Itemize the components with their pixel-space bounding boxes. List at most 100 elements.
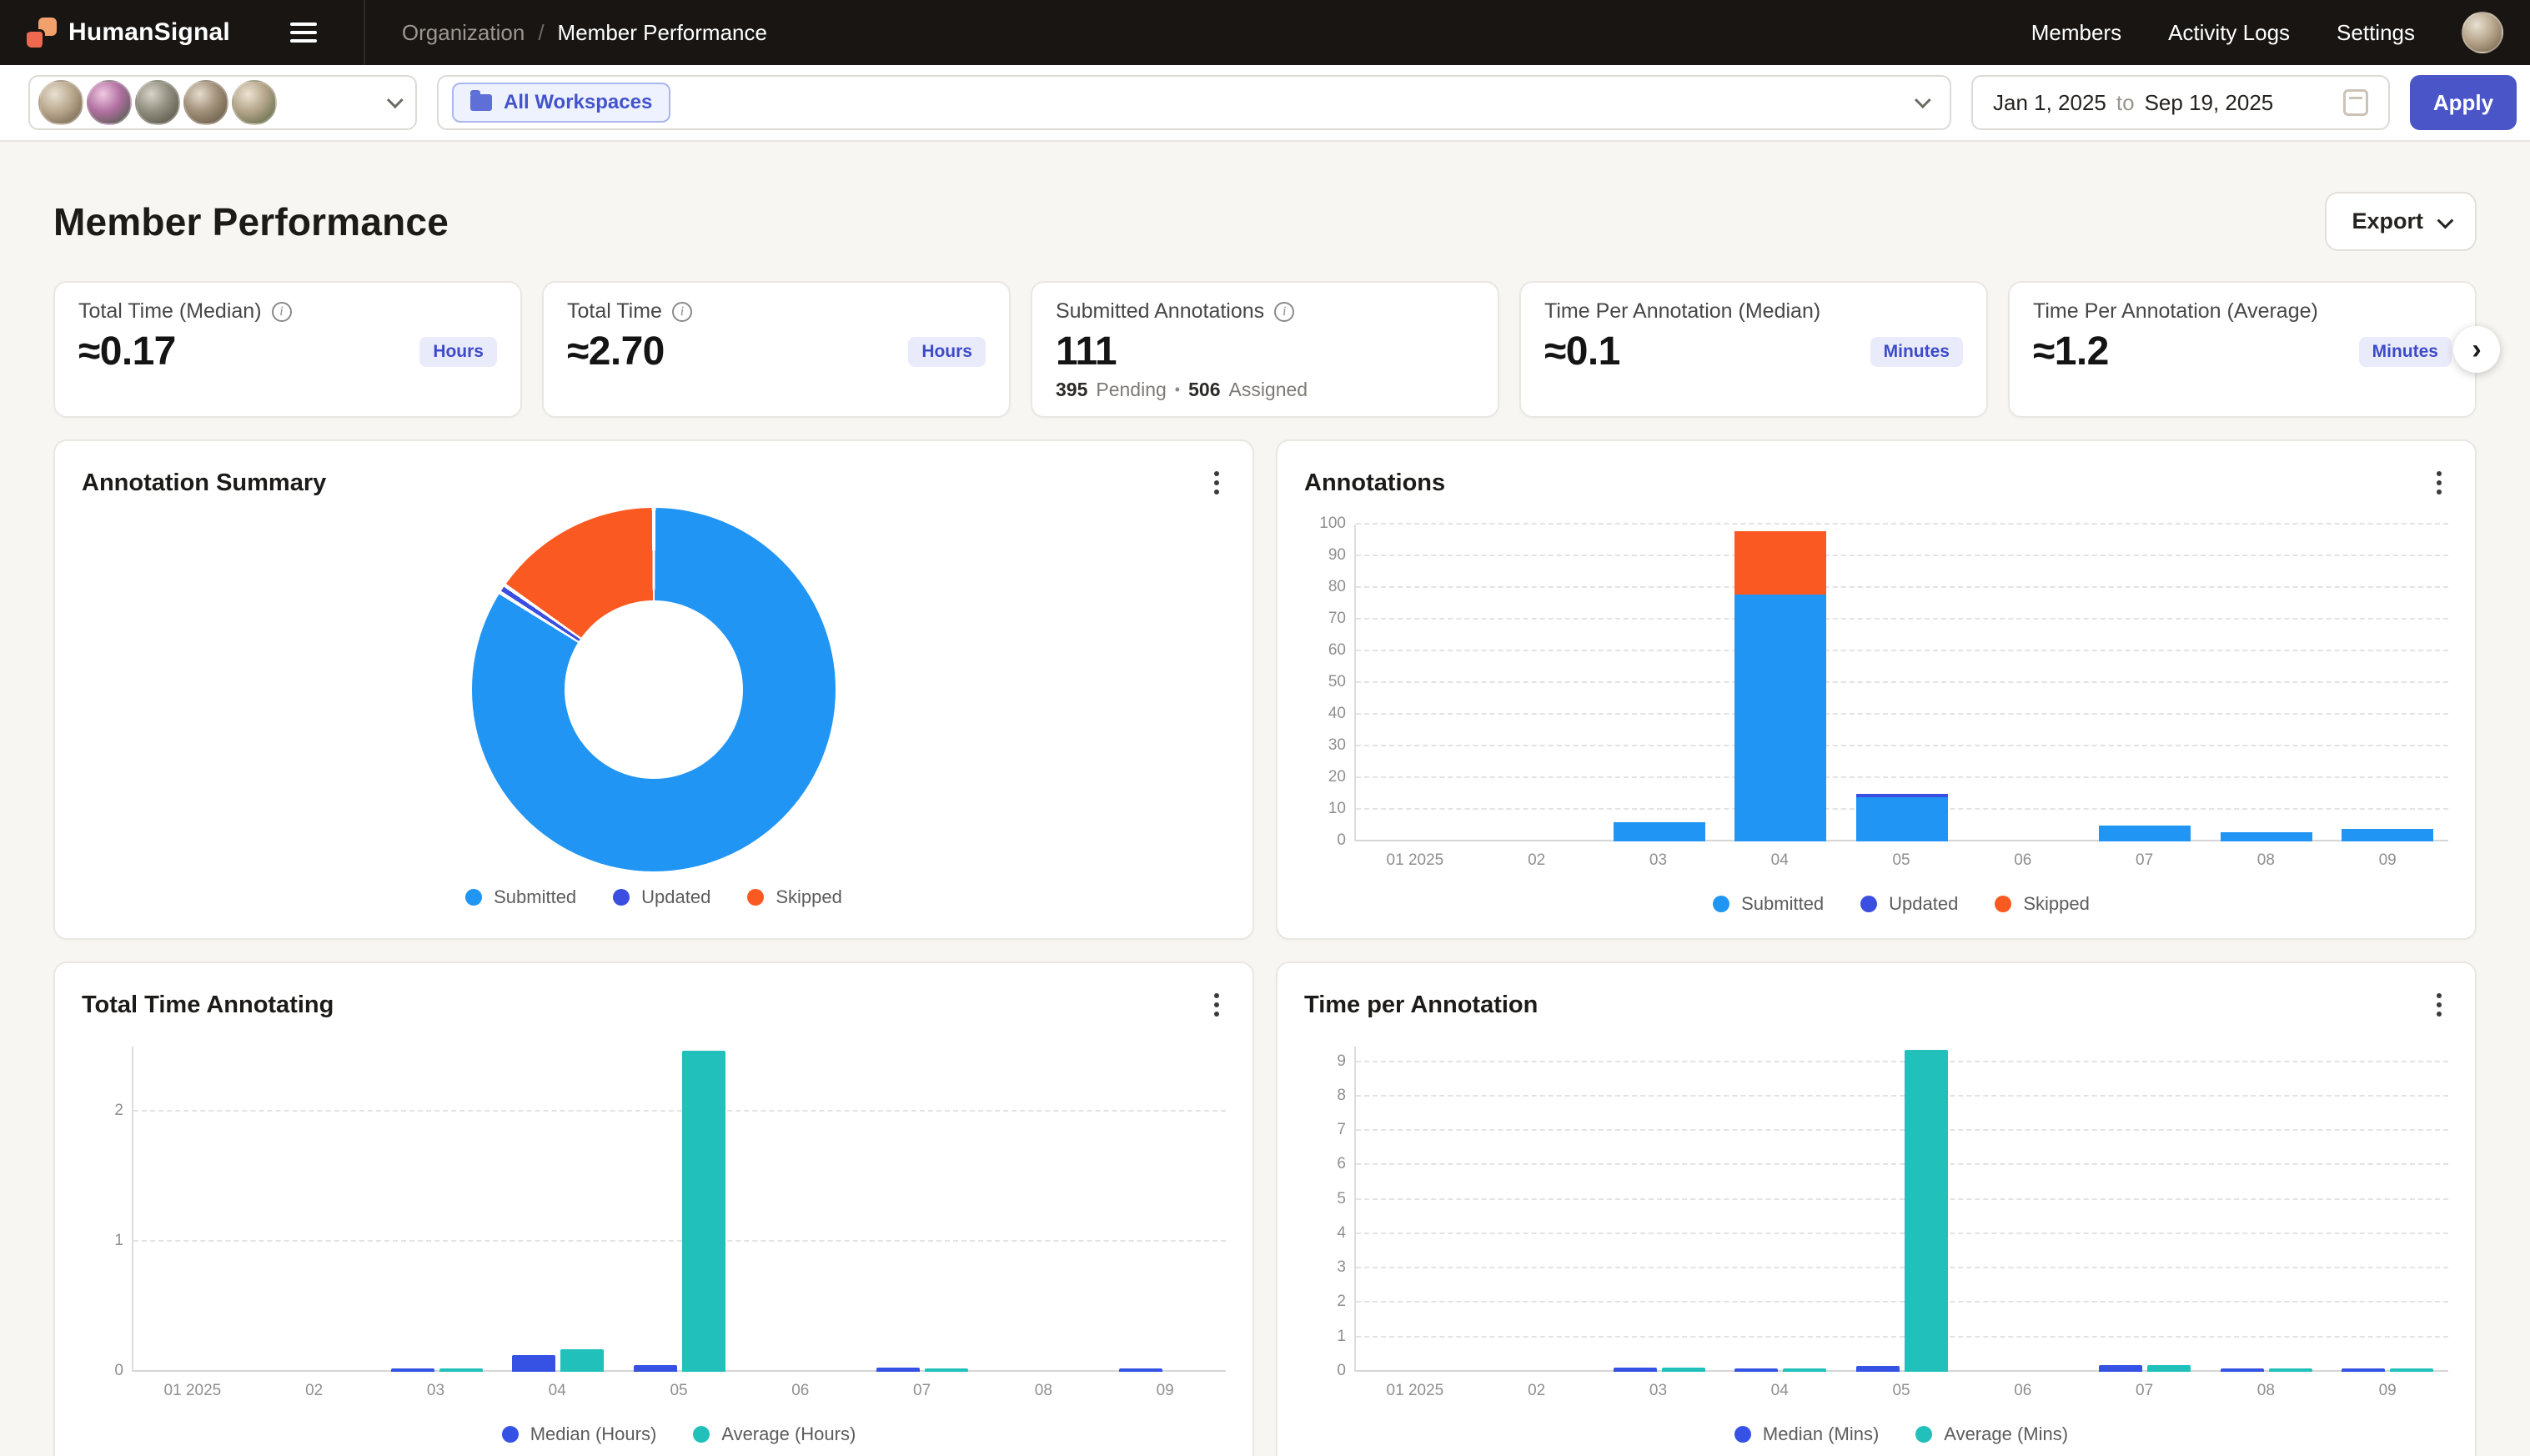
bar-slot xyxy=(2084,1047,2206,1372)
stat-label: Total Time xyxy=(567,299,662,324)
bar xyxy=(560,1349,604,1372)
breadcrumb: Organization / Member Performance xyxy=(402,20,767,46)
bar-slot xyxy=(1963,1047,2085,1372)
chevron-down-icon xyxy=(387,92,404,108)
annotation-summary-card: Annotation Summary SubmittedUpdatedSkipp… xyxy=(53,439,1254,940)
nav-settings[interactable]: Settings xyxy=(2337,20,2415,46)
date-range-picker[interactable]: Jan 1, 2025 to Sep 19, 2025 xyxy=(1971,75,2390,130)
bar-segment xyxy=(1734,595,1826,841)
card-title: Time per Annotation xyxy=(1304,992,1538,1019)
legend-label: Median (Hours) xyxy=(530,1423,657,1445)
legend-label: Skipped xyxy=(2023,893,2090,915)
legend-item[interactable]: Average (Hours) xyxy=(693,1423,856,1445)
bar-slot xyxy=(498,1047,620,1372)
pending-count: 395 xyxy=(1056,379,1087,401)
legend-dot-icon xyxy=(1734,1426,1751,1443)
workspace-filter-select[interactable]: All Workspaces xyxy=(437,75,1951,130)
legend-item[interactable]: Median (Hours) xyxy=(502,1423,657,1445)
export-button[interactable]: Export xyxy=(2325,192,2477,251)
y-axis-label: 4 xyxy=(1303,1224,1346,1243)
nav-activity-logs[interactable]: Activity Logs xyxy=(2168,20,2290,46)
bar xyxy=(925,1368,968,1372)
x-axis-label: 07 xyxy=(2084,1382,2206,1400)
y-axis-label: 40 xyxy=(1303,705,1346,723)
kebab-menu-icon[interactable] xyxy=(1207,464,1226,501)
x-axis-label: 04 xyxy=(1719,1382,1840,1400)
x-axis-label: 04 xyxy=(1719,851,1840,870)
main-content: Member Performance Export Total Time (Me… xyxy=(0,192,2530,1456)
folder-icon xyxy=(470,94,492,111)
legend-dot-icon xyxy=(1995,896,2011,912)
unit-badge: Hours xyxy=(908,337,986,367)
brand-name: HumanSignal xyxy=(68,18,230,47)
x-axis-label: 03 xyxy=(1598,1382,1719,1400)
humansignal-logo[interactable]: HumanSignal xyxy=(27,18,230,48)
legend-dot-icon xyxy=(502,1426,519,1443)
stat-footnote: 395 Pending • 506 Assigned xyxy=(1056,379,1308,401)
x-axis-label: 08 xyxy=(982,1382,1104,1400)
members-filter-select[interactable] xyxy=(28,75,417,130)
y-axis-label: 2 xyxy=(1303,1293,1346,1311)
annotations-card: Annotations 010203040506070809010001 202… xyxy=(1276,439,2477,940)
legend-item[interactable]: Skipped xyxy=(1995,893,2090,915)
stacked-bar xyxy=(2099,826,2191,841)
stacked-bar xyxy=(1856,794,1948,841)
apply-button[interactable]: Apply xyxy=(2410,75,2517,130)
x-axis-label: 02 xyxy=(1476,851,1598,870)
info-icon[interactable]: i xyxy=(1274,302,1294,322)
workspace-chip[interactable]: All Workspaces xyxy=(452,83,670,123)
x-axis-label: 03 xyxy=(1598,851,1719,870)
info-icon[interactable]: i xyxy=(672,302,692,322)
stat-card-time-per-annotation-average: Time Per Annotation (Average) ≈1.2 Minut… xyxy=(2008,281,2477,418)
bar-slot xyxy=(1841,525,1963,841)
stats-row: Total Time (Median) i ≈0.17 Hours Total … xyxy=(53,281,2477,418)
chevron-down-icon xyxy=(2437,212,2454,228)
chart-legend: Median (Hours) Average (Hours) xyxy=(132,1423,1226,1445)
member-avatar xyxy=(38,80,83,125)
legend-label: Submitted xyxy=(1741,893,1824,915)
breadcrumb-section[interactable]: Organization xyxy=(402,20,525,46)
legend-dot-icon xyxy=(1713,896,1729,912)
x-axis-label: 08 xyxy=(2205,851,2327,870)
legend-item[interactable]: Submitted xyxy=(465,886,576,908)
info-icon[interactable]: i xyxy=(272,302,292,322)
kebab-menu-icon[interactable] xyxy=(2430,987,2448,1023)
bar-slot xyxy=(1841,1047,1963,1372)
legend-item[interactable]: Average (Mins) xyxy=(1915,1423,2068,1445)
total-time-annotating-card: Total Time Annotating 01201 202502030405… xyxy=(53,961,1254,1456)
bar xyxy=(1662,1368,1705,1372)
chart-plot-area: 0102030405060708090100 xyxy=(1354,525,2448,841)
bar-slot xyxy=(133,1047,255,1372)
y-axis-label: 30 xyxy=(1303,736,1346,755)
legend-item[interactable]: Updated xyxy=(613,886,710,908)
menu-icon[interactable] xyxy=(280,13,327,53)
bar xyxy=(634,1365,677,1372)
bar-segment xyxy=(1856,797,1948,841)
stats-next-button[interactable]: › xyxy=(2453,326,2500,373)
bar-segment xyxy=(2221,832,2312,841)
legend-item[interactable]: Median (Mins) xyxy=(1734,1423,1879,1445)
bar xyxy=(1856,1366,1900,1372)
member-avatar xyxy=(183,80,228,125)
legend-item[interactable]: Submitted xyxy=(1713,893,1824,915)
user-avatar[interactable] xyxy=(2462,12,2503,53)
assigned-label: Assigned xyxy=(1228,379,1308,401)
legend-item[interactable]: Skipped xyxy=(747,886,842,908)
legend-item[interactable]: Updated xyxy=(1860,893,1958,915)
x-axis-label: 01 2025 xyxy=(1354,1382,1476,1400)
bar xyxy=(2221,1368,2264,1372)
stat-card-total-time-median: Total Time (Median) i ≈0.17 Hours xyxy=(53,281,522,418)
bar-slot xyxy=(376,1047,498,1372)
stacked-bar xyxy=(2221,832,2312,841)
time-per-annotation-card: Time per Annotation 012345678901 2025020… xyxy=(1276,961,2477,1456)
chart-legend: Submitted Updated Skipped xyxy=(1354,893,2448,915)
kebab-menu-icon[interactable] xyxy=(2430,464,2448,501)
y-axis-label: 70 xyxy=(1303,610,1346,628)
dot-separator: • xyxy=(1175,381,1180,399)
kebab-menu-icon[interactable] xyxy=(1207,987,1226,1023)
y-axis-label: 7 xyxy=(1303,1121,1346,1139)
stat-value: ≈0.17 xyxy=(78,329,176,374)
member-avatar xyxy=(87,80,132,125)
nav-members[interactable]: Members xyxy=(2031,20,2121,46)
bar-slot xyxy=(740,1047,862,1372)
